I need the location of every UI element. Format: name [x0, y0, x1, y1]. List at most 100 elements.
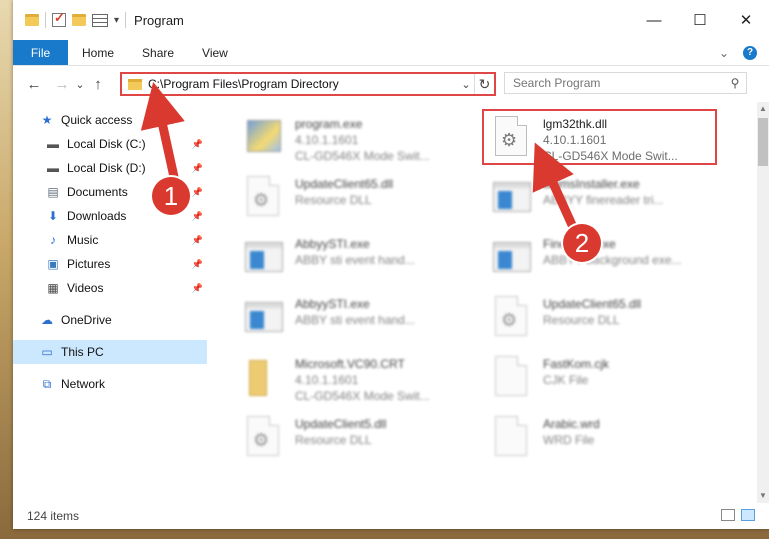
dll-file-icon: ⚙ [243, 416, 287, 460]
pin-icon[interactable]: 📌 [192, 211, 203, 222]
sidebar-item-onedrive[interactable]: ☁ OneDrive [13, 308, 207, 332]
file-item[interactable]: ammsInstaller.exe ABBYY finereader tri... [491, 170, 735, 226]
file-name: UpdateClient65.dll [543, 297, 642, 311]
view-options-icon[interactable] [92, 13, 108, 27]
item-count: 124 items [27, 509, 80, 523]
file-item[interactable]: ⚙ UpdateClient5.dll Resource DLL [243, 410, 487, 466]
file-description: ABBY sti event hand... [295, 313, 415, 327]
sidebar-item-music[interactable]: ♪ Music 📌 [13, 228, 207, 252]
sidebar-item-local-disk-d[interactable]: ▬ Local Disk (D:) 📌 [13, 156, 207, 180]
tab-home[interactable]: Home [68, 40, 128, 65]
scroll-up-icon[interactable]: ▲ [757, 102, 769, 116]
file-item[interactable]: FineExec.exeABBYY background exe... [491, 230, 735, 286]
sidebar-item-this-pc[interactable]: ▭ This PC [13, 340, 207, 364]
cloud-icon: ☁ [41, 313, 53, 327]
address-dropdown-icon[interactable]: ⌄ [458, 78, 474, 91]
file-description: ABBY sti event hand... [295, 253, 415, 267]
file-details: Microsoft.VC90.CRT 4.10.1.1601 CL-GD546X M… [295, 350, 430, 406]
executable-icon [243, 116, 287, 160]
sidebar-item-pictures[interactable]: ▣ Pictures 📌 [13, 252, 207, 276]
folder-icon [128, 78, 142, 90]
recent-locations-button[interactable]: ⌄ [73, 78, 87, 91]
maximize-button[interactable]: ☐ [677, 0, 723, 40]
pin-icon[interactable]: 📌 [192, 283, 203, 294]
forward-button[interactable]: → [51, 76, 73, 93]
vertical-scrollbar[interactable]: ▲ ▼ [757, 102, 769, 503]
music-icon: ♪ [50, 233, 56, 247]
file-description: 4.10.1.1601 [295, 373, 359, 387]
help-icon[interactable]: ? [743, 45, 757, 60]
file-name: AbbyySTI.exe [295, 237, 370, 251]
toolbar-divider [45, 12, 46, 28]
refresh-button[interactable]: ↻ [474, 74, 494, 94]
folder-icon[interactable] [25, 14, 39, 26]
computer-icon: ▭ [41, 345, 53, 359]
file-name: Arabic.wrd [543, 417, 600, 431]
file-details: Arabic.wrd WRD File [543, 410, 600, 466]
application-window-icon [491, 176, 535, 220]
file-details: AbbyySTI.exe ABBY sti event hand... [295, 230, 415, 286]
file-item[interactable]: ⚙ UpdateClient65.dll Resource DLL [491, 290, 735, 346]
file-details: UpdateClient65.dll Resource DLL [295, 170, 393, 226]
minimize-button[interactable]: — [631, 0, 677, 40]
sidebar-item-videos[interactable]: ▦ Videos 📌 [13, 276, 207, 300]
explorer-window: ▾ Program — ☐ ✕ File Home Share View ⌄ ?… [13, 0, 769, 529]
file-item[interactable]: program.exe 4.10.1.1601 CL-GD546X Mode Swi… [243, 110, 487, 166]
sidebar-item-local-disk-c[interactable]: ▬ Local Disk (C:) 📌 [13, 132, 207, 156]
file-name: UpdateClient65.dll [295, 177, 394, 191]
step-marker-1: 1 [152, 177, 190, 215]
pin-icon[interactable]: 📌 [192, 235, 203, 246]
application-window-icon [243, 236, 287, 280]
file-description: Resource DLL [295, 193, 372, 207]
scroll-down-icon[interactable]: ▼ [757, 489, 769, 503]
file-details: AbbyySTI.exe ABBY sti event hand... [295, 290, 415, 346]
file-description: Resource DLL [543, 313, 620, 327]
file-item[interactable]: FastKom.cjk CJK File [491, 350, 735, 406]
pin-icon[interactable]: 📌 [192, 163, 203, 174]
file-item[interactable]: AbbyySTI.exe ABBY sti event hand... [243, 290, 487, 346]
application-window-icon [243, 296, 287, 340]
tab-share[interactable]: Share [128, 40, 188, 65]
file-company: CL-GD546X Mode Swit... [295, 389, 430, 403]
sidebar-item-quick-access[interactable]: ★ Quick access [13, 108, 207, 132]
document-icon [491, 416, 535, 460]
properties-check-icon[interactable] [52, 10, 66, 27]
sidebar-item-label: Network [61, 377, 106, 391]
scrollbar-thumb[interactable] [758, 118, 768, 166]
search-input[interactable] [513, 76, 724, 90]
file-item[interactable]: ⚙ UpdateClient65.dll Resource DLL [243, 170, 487, 226]
file-item[interactable]: Microsoft.VC90.CRT 4.10.1.1601 CL-GD546X M… [243, 350, 487, 406]
address-bar[interactable]: C:\Program Files\Program Directory ⌄ ↻ [120, 72, 496, 96]
videos-icon: ▦ [47, 281, 59, 295]
file-details: FastKom.cjk CJK File [543, 350, 609, 406]
file-name: ammsInstaller.exe [543, 177, 640, 191]
window-title: Program [134, 12, 184, 28]
new-folder-icon[interactable] [72, 14, 86, 26]
file-details: UpdateClient65.dll Resource DLL [543, 290, 641, 346]
address-path[interactable]: C:\Program Files\Program Directory [148, 77, 458, 91]
details-view-icon[interactable] [721, 509, 735, 521]
back-button[interactable]: ← [23, 76, 45, 93]
sidebar-item-network[interactable]: ⧉ Network [13, 372, 207, 396]
expand-ribbon-icon[interactable]: ⌄ [719, 46, 729, 60]
sidebar-item-label: This PC [61, 345, 104, 359]
file-description: CJK File [543, 373, 589, 387]
tiles-view-icon[interactable] [741, 509, 755, 521]
sidebar-item-label: Downloads [67, 209, 127, 223]
pin-icon[interactable]: 📌 [192, 259, 203, 270]
download-icon: ⬇ [47, 209, 59, 223]
pin-icon[interactable]: 📌 [192, 139, 203, 150]
close-button[interactable]: ✕ [723, 0, 769, 40]
search-icon[interactable]: ⚲ [724, 76, 746, 90]
up-button[interactable]: ↑ [87, 76, 109, 93]
star-icon: ★ [41, 113, 53, 127]
pin-icon[interactable]: 📌 [192, 187, 203, 198]
customize-toolbar-dropdown-icon[interactable]: ▾ [114, 15, 119, 26]
quick-access-toolbar: ▾ [13, 10, 127, 28]
sidebar-item-label: Videos [67, 281, 104, 295]
tab-view[interactable]: View [188, 40, 242, 65]
file-item[interactable]: AbbyySTI.exe ABBY sti event hand... [243, 230, 487, 286]
search-box[interactable]: ⚲ [504, 72, 747, 94]
tab-file[interactable]: File [13, 40, 68, 65]
file-item[interactable]: Arabic.wrd WRD File [491, 410, 735, 466]
